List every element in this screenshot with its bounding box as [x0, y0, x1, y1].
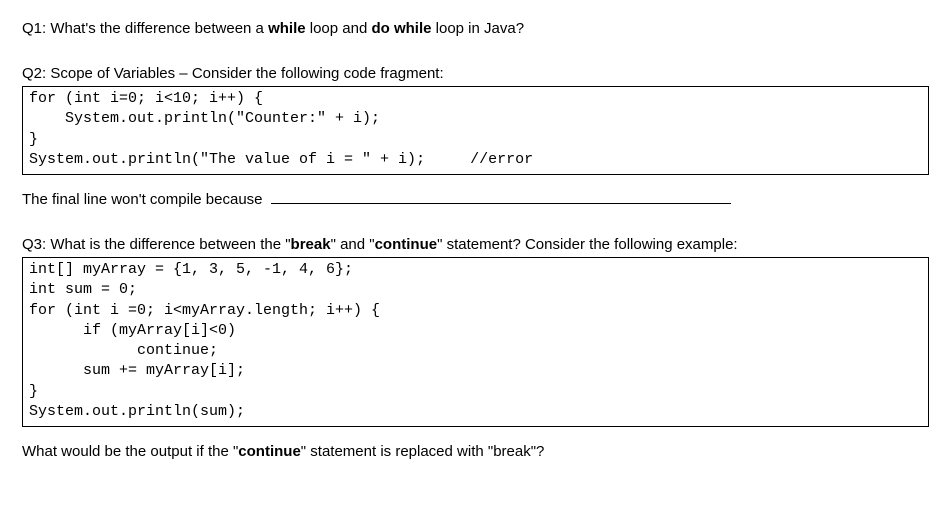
q1-text: Q1: What's the difference between a whil…	[22, 18, 929, 39]
q1-bold-dowhile: do while	[371, 20, 431, 37]
q1-suffix: loop in Java?	[431, 20, 524, 37]
q2-followup-text: The final line won't compile because	[22, 191, 267, 208]
question-2: Q2: Scope of Variables – Consider the fo…	[22, 63, 929, 210]
q1-prefix: Q1: What's the difference between a	[22, 20, 268, 37]
q3-bold-continue: continue	[375, 236, 438, 253]
q3-followup: What would be the output if the "continu…	[22, 441, 929, 462]
q3-code-box: int[] myArray = {1, 3, 5, -1, 4, 6}; int…	[22, 257, 929, 427]
q3-bold-break: break	[291, 236, 331, 253]
q1-bold-while: while	[268, 20, 306, 37]
question-1: Q1: What's the difference between a whil…	[22, 18, 929, 39]
q3-followup-pre: What would be the output if the "	[22, 443, 238, 460]
q2-followup: The final line won't compile because	[22, 189, 929, 210]
q2-heading: Q2: Scope of Variables – Consider the fo…	[22, 63, 929, 84]
q2-code-box: for (int i=0; i<10; i++) { System.out.pr…	[22, 86, 929, 175]
q3-post1: " statement? Consider the following exam…	[437, 236, 737, 253]
q3-mid1: " and "	[331, 236, 375, 253]
q3-pre1: Q3: What is the difference between the "	[22, 236, 291, 253]
q3-heading: Q3: What is the difference between the "…	[22, 234, 929, 255]
q3-followup-post: " statement is replaced with "break"?	[301, 443, 545, 460]
q1-mid: loop and	[306, 20, 372, 37]
question-3: Q3: What is the difference between the "…	[22, 234, 929, 462]
q3-followup-bold: continue	[238, 443, 301, 460]
fill-in-blank[interactable]	[271, 203, 731, 204]
